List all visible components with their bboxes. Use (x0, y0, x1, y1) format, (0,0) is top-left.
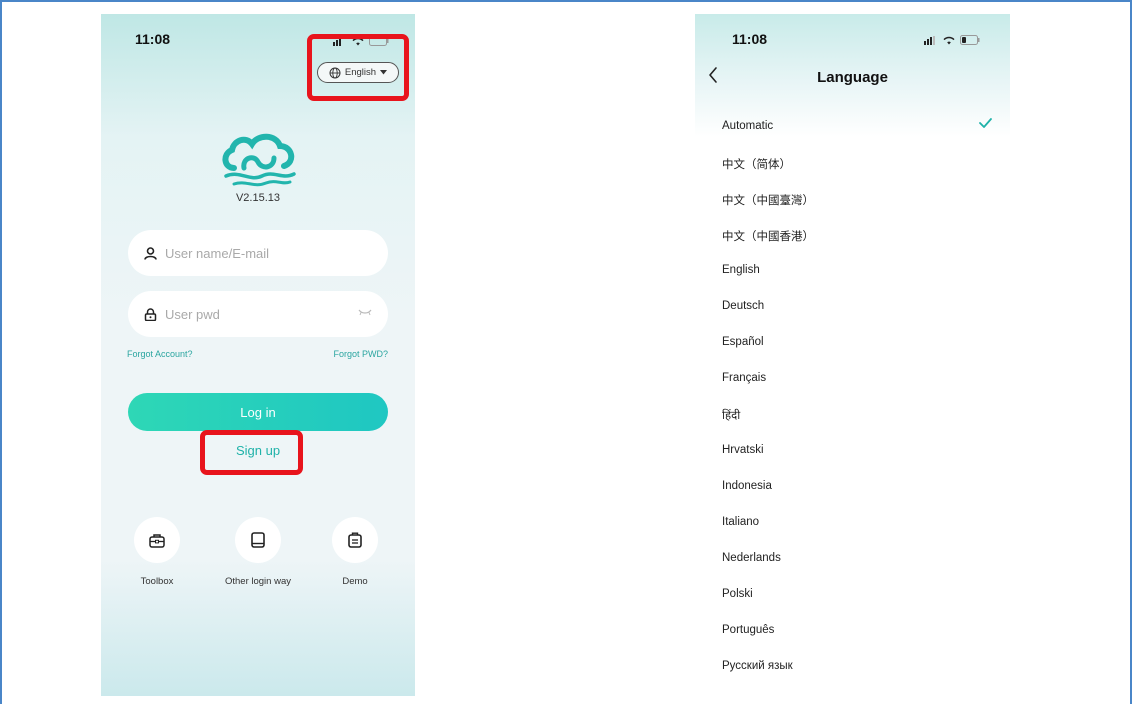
other-login-label: Other login way (224, 576, 291, 587)
forgot-pwd-link[interactable]: Forgot PWD? (333, 349, 388, 359)
language-label: 中文（中國香港） (722, 231, 814, 243)
toolbox-button[interactable]: Toolbox (122, 517, 192, 587)
toolbox-label: Toolbox (140, 576, 174, 587)
toolbox-icon (149, 533, 165, 548)
language-item[interactable]: Français (722, 372, 992, 408)
user-icon (144, 246, 157, 260)
language-label: Polski (722, 588, 753, 600)
language-item[interactable]: 中文（简体） (722, 156, 992, 192)
language-label: Automatic (722, 120, 774, 132)
language-item[interactable]: Italiano (722, 516, 992, 552)
login-button[interactable]: Log in (128, 393, 388, 431)
demo-circle[interactable] (332, 517, 378, 563)
language-label: Hrvatski (722, 444, 764, 456)
password-placeholder: User pwd (165, 306, 220, 322)
language-label: English (722, 264, 760, 276)
language-label: Italiano (722, 516, 760, 528)
other-login-circle[interactable] (235, 517, 281, 563)
lock-icon (144, 307, 157, 321)
language-item[interactable]: Русский язык (722, 660, 992, 696)
status-time: 11:08 (732, 31, 768, 47)
app-version: V2.15.13 (235, 192, 281, 204)
language-label: Español (722, 336, 764, 348)
demo-label: Demo (342, 576, 368, 587)
screen-title: Language (817, 69, 888, 86)
toolbox-circle[interactable] (134, 517, 180, 563)
language-item[interactable]: Português (722, 624, 992, 660)
language-label: 中文（中國臺灣） (722, 195, 814, 207)
language-list: Automatic 中文（简体） 中文（中國臺灣） 中文（中國香港） Engli… (722, 118, 992, 696)
cloud-logo (222, 133, 296, 187)
language-label: Nederlands (722, 552, 781, 564)
language-label: Português (722, 624, 775, 636)
language-item[interactable]: हिंदी (722, 408, 992, 444)
forgot-account-link[interactable]: Forgot Account? (127, 349, 193, 359)
username-placeholder: User name/E-mail (165, 245, 270, 261)
language-label: Français (722, 372, 767, 384)
language-item[interactable]: Nederlands (722, 552, 992, 588)
password-field[interactable]: User pwd (128, 291, 388, 337)
language-label: 中文（简体） (722, 159, 791, 171)
signal-icon (924, 35, 935, 45)
status-time: 11:08 (135, 31, 171, 47)
language-item[interactable]: Español (722, 336, 992, 372)
status-icons (924, 35, 980, 45)
other-login-button[interactable]: Other login way (223, 517, 293, 587)
language-item[interactable]: Indonesia (722, 480, 992, 516)
username-field[interactable]: User name/E-mail (128, 230, 388, 276)
eye-closed-icon[interactable] (358, 308, 372, 316)
login-screen: 11:08 English V2.15.13 User name/E-mail (101, 14, 415, 696)
language-item[interactable]: English (722, 264, 992, 300)
battery-icon (960, 35, 980, 45)
language-label: हिंदी (722, 410, 741, 422)
language-item[interactable]: 中文（中國臺灣） (722, 192, 992, 228)
language-label: Indonesia (722, 480, 772, 492)
language-label: Deutsch (722, 300, 765, 312)
demo-icon (348, 532, 362, 548)
language-selector-highlight (307, 34, 409, 101)
language-screen: 11:08 Language Automatic 中文（简体） 中文（中國臺灣）… (695, 14, 1010, 696)
demo-button[interactable]: Demo (320, 517, 390, 587)
language-item[interactable]: Polski (722, 588, 992, 624)
language-item[interactable]: Deutsch (722, 300, 992, 336)
language-item[interactable]: 中文（中國香港） (722, 228, 992, 264)
checkmark-icon (979, 118, 992, 128)
wifi-icon (943, 36, 955, 44)
language-item[interactable]: Automatic (722, 118, 992, 156)
language-item[interactable]: Hrvatski (722, 444, 992, 480)
language-label: Русский язык (722, 660, 793, 672)
tablet-icon (251, 532, 265, 548)
signup-highlight (200, 430, 303, 475)
